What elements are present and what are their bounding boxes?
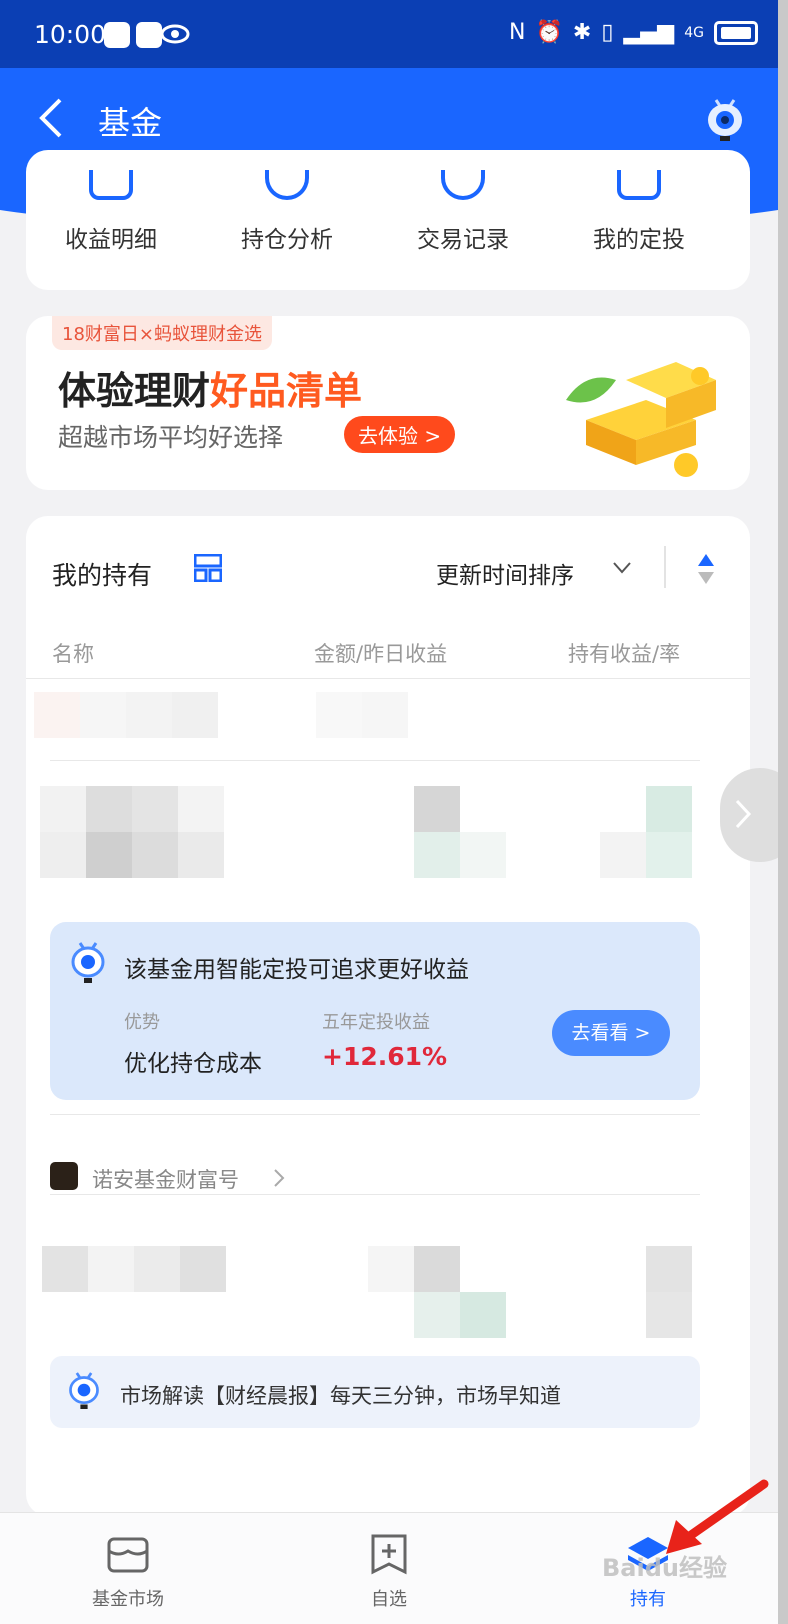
divider [26,678,750,679]
column-profit: 持有收益/率 [568,642,681,666]
page-title: 基金 [98,104,163,142]
app-notification-icon [104,22,130,48]
quick-action-label: 我的定投 [593,227,685,253]
sort-order-icon[interactable] [696,552,716,586]
tab-label: 持有 [630,1589,666,1610]
column-amount: 金额/昨日收益 [314,642,448,666]
blurred-row [26,692,750,742]
quick-action-label: 交易记录 [417,227,509,253]
banner-title: 体验理财好品清单 [58,360,362,415]
document-icon [89,170,133,200]
divider [50,760,700,761]
status-indicators: N ⏰ ✱ ▯ ▂▄▆ 4G [509,20,758,45]
side-next-button[interactable] [720,768,778,862]
quick-action-my-auto-invest[interactable]: 我的定投 [554,170,724,254]
banner-tag: 18财富日×蚂蚁理财金选 [52,316,272,350]
tab-fund-market[interactable]: 基金市场 [48,1533,208,1611]
shield-check-icon [441,170,485,200]
divider [664,546,666,588]
tip-advantage-label: 优势 [124,1012,160,1033]
signal-icon: ▂▄▆ [623,20,675,45]
robot-assistant-icon[interactable] [700,94,750,144]
weather-icon [136,22,162,48]
screen: 10:00 N ⏰ ✱ ▯ ▂▄▆ 4G 基金 收益明细 持仓分析 交易记录 我… [0,0,778,1624]
quick-action-trade-records[interactable]: 交易记录 [378,170,548,254]
quick-action-income-detail[interactable]: 收益明细 [26,170,196,254]
bookmark-add-icon [371,1534,407,1575]
calendar-check-icon [617,170,661,200]
nfc-icon: N [509,20,526,45]
divider [50,1194,700,1195]
gold-bars-icon [566,362,716,477]
tab-label: 基金市场 [92,1589,164,1610]
tip-return-label: 五年定投收益 [322,1012,430,1033]
bluetooth-icon: ✱ [572,20,592,45]
tip-title: 该基金用智能定投可追求更好收益 [124,957,469,983]
watermark: Baidu经验 [602,1554,727,1582]
quick-action-label: 持仓分析 [241,227,333,253]
alarm-icon: ⏰ [535,20,563,45]
store-icon [107,1537,149,1573]
brand-logo [50,1162,78,1190]
table-row[interactable] [26,786,750,878]
quick-action-label: 收益明细 [65,227,157,253]
quick-actions-card: 收益明细 持仓分析 交易记录 我的定投 [26,150,750,290]
chevron-right-icon [735,799,752,829]
holdings-card: 我的持有 更新时间排序 名称 金额/昨日收益 持有收益/率 该基金用智能定投可追… [26,516,750,1516]
tab-watchlist[interactable]: 自选 [309,1533,469,1611]
tip-advantage-value: 优化持仓成本 [124,1051,262,1077]
market-news-bar[interactable]: 市场解读【财经晨报】每天三分钟，市场早知道 [50,1356,700,1428]
chevron-down-icon[interactable] [612,560,632,576]
chevron-right-icon[interactable] [272,1168,286,1188]
banner-try-button[interactable]: 去体验 > [344,416,456,453]
table-row[interactable] [26,1246,750,1342]
banner-title-highlight: 好品清单 [210,369,363,413]
banner-subtitle: 超越市场平均好选择 [58,423,284,452]
red-arrow-annotation [666,1479,769,1554]
eye-icon [160,24,190,44]
promo-banner[interactable]: 18财富日×蚂蚁理财金选 体验理财好品清单 超越市场平均好选择 去体验 > [26,316,750,490]
holdings-title: 我的持有 [52,561,153,590]
go-see-button[interactable]: 去看看 > [552,1010,670,1056]
back-icon[interactable] [34,96,68,140]
robot-assistant-icon [69,1372,99,1409]
vibrate-icon: ▯ [601,20,614,45]
network-type: 4G [684,24,704,41]
banner-title-main: 体验理财 [58,369,211,413]
pie-chart-icon [265,170,309,200]
grid-icon[interactable] [194,554,222,582]
tab-label: 自选 [371,1589,407,1610]
market-news-text: 市场解读【财经晨报】每天三分钟，市场早知道 [120,1384,561,1408]
status-bar: 10:00 N ⏰ ✱ ▯ ▂▄▆ 4G [0,0,778,68]
divider [50,1114,700,1115]
battery-icon [714,20,758,45]
tip-return-value: +12.61% [322,1042,448,1071]
sort-dropdown[interactable]: 更新时间排序 [436,556,574,590]
brand-link[interactable]: 诺安基金财富号 [92,1164,239,1194]
status-time: 10:00 [34,20,107,49]
smart-invest-tip: 该基金用智能定投可追求更好收益 优势 优化持仓成本 五年定投收益 +12.61%… [50,922,700,1100]
robot-assistant-icon [71,942,105,983]
column-name: 名称 [52,642,94,666]
quick-action-position-analysis[interactable]: 持仓分析 [202,170,372,254]
